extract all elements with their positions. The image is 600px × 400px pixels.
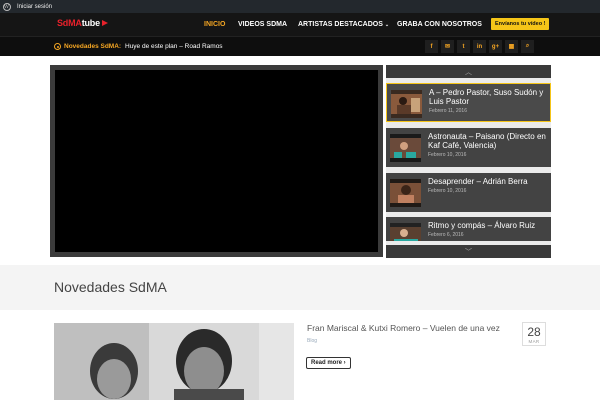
login-link[interactable]: Iniciar sesión xyxy=(17,4,52,10)
chevron-down-icon: ⌄ xyxy=(384,21,390,28)
site-header: SdMAtube INICIO VIDEOS SDMA ARTISTAS DES… xyxy=(0,13,600,36)
facebook-icon[interactable]: f xyxy=(425,40,438,53)
playlist-item-date: Febrero 10, 2016 xyxy=(428,188,467,194)
nav-item-videos[interactable]: VIDEOS SDMA xyxy=(238,13,287,36)
playlist-item-title: Ritmo y compás – Álvaro Ruiz xyxy=(428,221,536,230)
play-icon xyxy=(101,20,108,26)
playlist-item[interactable]: Ritmo y compás – Álvaro Ruiz Febrero 6, … xyxy=(386,217,551,241)
wordpress-icon[interactable]: W xyxy=(0,0,13,13)
post-image[interactable] xyxy=(54,323,294,400)
nav-label: INICIO xyxy=(204,21,226,28)
playlist-item-date: Febrero 6, 2016 xyxy=(428,232,464,238)
playlist-item[interactable]: Astronauta – Paisano (Directo en Kaf Caf… xyxy=(386,128,551,167)
news-ticker: Novedades SdMA: Huye de este plan – Road… xyxy=(0,36,600,56)
video-screen[interactable] xyxy=(55,70,378,252)
video-thumbnail xyxy=(390,134,421,162)
playlist-item-title: Desaprender – Adrián Berra xyxy=(428,177,528,186)
read-more-button[interactable]: Read more › xyxy=(306,357,351,369)
post-title[interactable]: Fran Mariscal & Kutxi Romero – Vuelen de… xyxy=(307,323,500,333)
nav-item-inicio[interactable]: INICIO xyxy=(204,13,225,36)
chevron-up-icon[interactable]: ︿ xyxy=(386,65,551,78)
section-banner: Novedades SdMA xyxy=(0,265,600,310)
search-icon[interactable]: ⌕ xyxy=(521,40,534,53)
logo-text-sdma: SdMA xyxy=(57,18,82,28)
post-category[interactable]: Blog xyxy=(307,338,317,344)
ticker-headline[interactable]: Huye de este plan – Road Ramos xyxy=(125,43,223,50)
nav-label: ARTISTAS DESTACADOS xyxy=(298,21,383,28)
mail-icon[interactable]: ✉ xyxy=(441,40,454,53)
video-thumbnail xyxy=(390,223,421,241)
post-month: MAR xyxy=(528,339,540,344)
nav-label: GRABA CON NOSOTROS xyxy=(397,21,482,28)
chevron-down-icon[interactable]: ﹀ xyxy=(386,245,551,258)
site-logo[interactable]: SdMAtube xyxy=(57,18,108,28)
twitter-icon[interactable]: t xyxy=(457,40,470,53)
post-day: 28 xyxy=(527,325,541,339)
post-date-badge: 28 MAR xyxy=(522,322,546,346)
video-thumbnail xyxy=(391,90,422,118)
logo-text-tube: tube xyxy=(81,18,100,28)
playlist-item[interactable]: A – Pedro Pastor, Suso Sudón y Luis Past… xyxy=(386,83,551,122)
section-title: Novedades SdMA xyxy=(54,279,167,295)
linkedin-icon[interactable]: in xyxy=(473,40,486,53)
video-playlist: ︿ A – Pedro Pastor, Suso Sudón y Luis Pa… xyxy=(386,65,551,258)
nav-item-graba[interactable]: GRABA CON NOSOTROS xyxy=(397,13,482,36)
playlist-item-date: Febrero 11, 2016 xyxy=(429,108,467,114)
video-player xyxy=(50,65,383,257)
playlist-item-title: Astronauta – Paisano (Directo en Kaf Caf… xyxy=(428,132,546,150)
nav-item-artistas[interactable]: ARTISTAS DESTACADOS ⌄ xyxy=(298,13,389,36)
social-links: f ✉ t in g+ ▦ ⌕ xyxy=(425,40,534,53)
nav-label: VIDEOS SDMA xyxy=(238,21,288,28)
ticker-icon xyxy=(54,43,61,50)
playlist-item[interactable]: Desaprender – Adrián Berra Febrero 10, 2… xyxy=(386,173,551,212)
grid-icon[interactable]: ▦ xyxy=(505,40,518,53)
admin-bar: W Iniciar sesión xyxy=(0,0,600,13)
playlist-item-title: A – Pedro Pastor, Suso Sudón y Luis Past… xyxy=(429,88,544,106)
ticker-label: Novedades SdMA: xyxy=(64,43,122,50)
playlist-item-date: Febrero 10, 2016 xyxy=(428,152,467,158)
video-thumbnail xyxy=(390,179,421,207)
send-video-button[interactable]: Envíanos tu vídeo ! xyxy=(491,18,550,30)
google-plus-icon[interactable]: g+ xyxy=(489,40,502,53)
